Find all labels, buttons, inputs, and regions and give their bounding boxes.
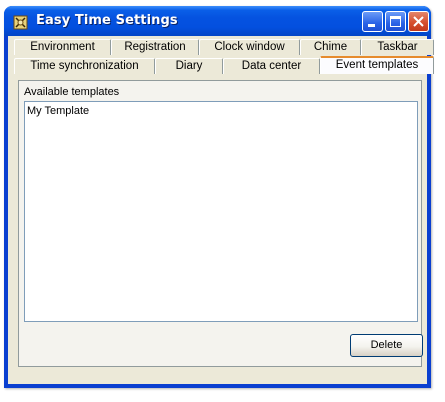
delete-button[interactable]: Delete bbox=[350, 334, 423, 357]
tab-taskbar[interactable]: Taskbar bbox=[361, 39, 434, 55]
maximize-icon bbox=[390, 16, 401, 27]
close-icon bbox=[413, 16, 424, 27]
tab-event-templates[interactable]: Event templates bbox=[320, 56, 434, 74]
tab-chime[interactable]: Chime bbox=[300, 39, 361, 55]
tab-diary[interactable]: Diary bbox=[155, 58, 223, 74]
available-templates-label: Available templates bbox=[24, 86, 120, 98]
tab-row-top: Environment Registration Clock window Ch… bbox=[14, 39, 434, 56]
tab-row-bottom: Time synchronization Diary Data center E… bbox=[14, 56, 434, 75]
close-button[interactable] bbox=[408, 11, 429, 32]
clock-app-icon bbox=[13, 14, 29, 30]
dialog-client-area: Environment Registration Clock window Ch… bbox=[8, 36, 434, 384]
settings-window: Easy Time Settings Environment Registrat… bbox=[4, 6, 434, 388]
minimize-button[interactable] bbox=[362, 11, 383, 32]
tab-environment[interactable]: Environment bbox=[14, 39, 111, 55]
tab-data-center[interactable]: Data center bbox=[223, 58, 320, 74]
title-bar[interactable]: Easy Time Settings bbox=[4, 6, 431, 36]
maximize-button[interactable] bbox=[385, 11, 406, 32]
templates-listbox[interactable]: My Template bbox=[24, 101, 418, 322]
minimize-icon bbox=[368, 24, 375, 27]
event-templates-panel: Available templates My Template Delete bbox=[18, 80, 423, 367]
list-item[interactable]: My Template bbox=[27, 105, 89, 117]
window-title: Easy Time Settings bbox=[36, 13, 178, 28]
tab-registration[interactable]: Registration bbox=[111, 39, 199, 55]
tab-time-synchronization[interactable]: Time synchronization bbox=[14, 58, 155, 74]
tab-clock-window[interactable]: Clock window bbox=[199, 39, 300, 55]
